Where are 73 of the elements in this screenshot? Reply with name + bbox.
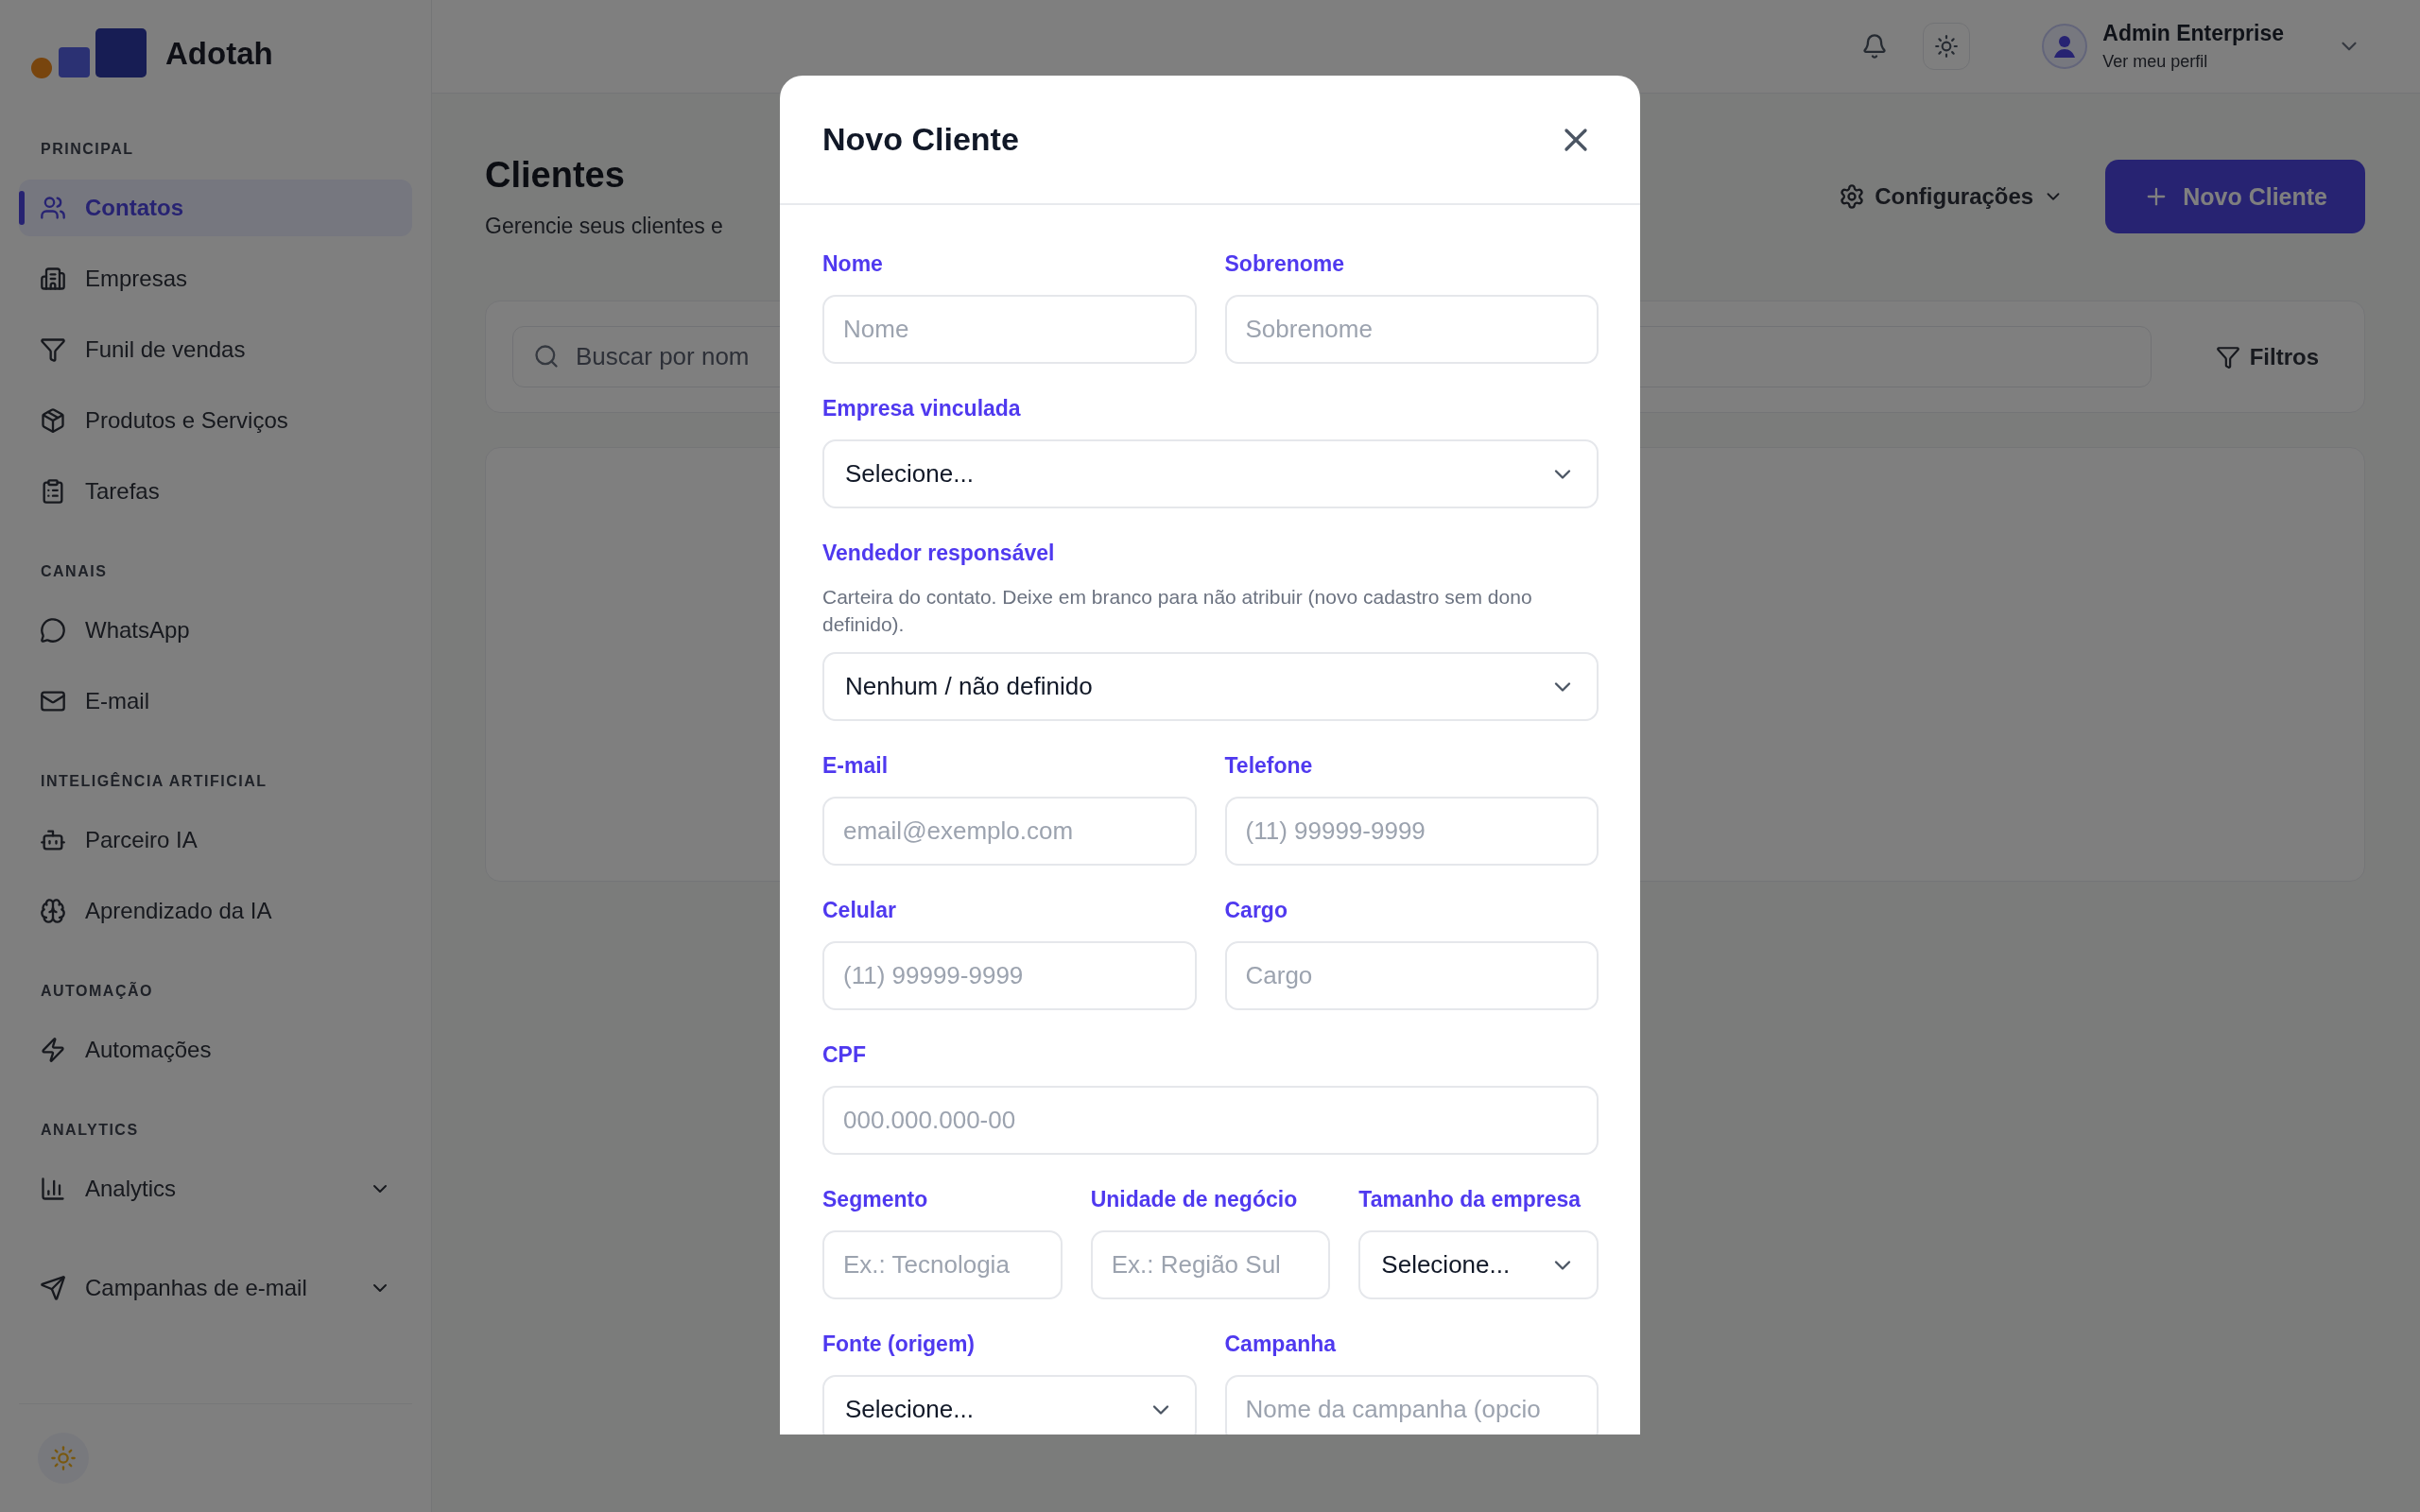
- field-label: Segmento: [822, 1186, 928, 1213]
- field-label: Unidade de negócio: [1090, 1186, 1298, 1213]
- theme-button[interactable]: [1923, 23, 1971, 70]
- help-text: Carteira do contato. Deixe em branco para não atribuir (novo cadastro sem dono definido).: [822, 585, 1533, 637]
- building-icon: [40, 266, 66, 292]
- field-label: Empresa vinculada: [822, 395, 1021, 422]
- gear-icon: [1839, 183, 1866, 210]
- field-label: E-mail: [822, 752, 889, 780]
- sidebar-item[interactable]: Funil de vendas: [19, 321, 412, 378]
- field-label: Fonte (origem): [822, 1331, 975, 1358]
- sidebar-item[interactable]: Empresas: [19, 250, 412, 307]
- profile-link[interactable]: Ver meu perfil: [2102, 52, 2284, 72]
- input-field[interactable]: Nome da campanha (opcio: [1224, 1375, 1599, 1435]
- sidebar-item[interactable]: Contatos: [19, 180, 412, 236]
- sidebar-item[interactable]: Campanhas de e-mail: [19, 1260, 412, 1316]
- sidebar-item[interactable]: Parceiro IA: [19, 812, 412, 868]
- section-heading: CANAIS: [40, 562, 109, 581]
- field-label: Nome: [822, 250, 883, 278]
- sun-icon: [50, 1445, 77, 1471]
- input-field[interactable]: Ex.: Tecnologia: [822, 1230, 1063, 1299]
- sidebar-item[interactable]: Tarefas: [19, 463, 412, 520]
- new-client-button[interactable]: Novo Cliente: [2105, 160, 2365, 233]
- logo-icon: [31, 28, 147, 79]
- users-icon: [40, 195, 66, 221]
- field-label: Celular: [822, 897, 896, 924]
- sun-icon: [1934, 34, 1960, 59]
- funnel-icon: [40, 336, 66, 363]
- field-label: Vendedor responsável: [822, 540, 1055, 567]
- input-field[interactable]: Sobrenome: [1224, 295, 1599, 364]
- sidebar-item[interactable]: Automações: [19, 1022, 412, 1078]
- logo-text: Adotah: [165, 36, 273, 72]
- field-label: Telefone: [1224, 752, 1313, 780]
- lightning-icon: [40, 1037, 66, 1063]
- user-avatar-icon: [2042, 24, 2088, 69]
- select-field[interactable]: Selecione...: [822, 439, 1599, 508]
- package-icon: [40, 407, 66, 434]
- sidebar-item[interactable]: E-mail: [19, 673, 412, 730]
- input-field[interactable]: (11) 99999-9999: [1224, 797, 1599, 866]
- input-field[interactable]: Nome: [822, 295, 1197, 364]
- dialog-title: Novo Cliente: [822, 121, 1019, 158]
- field-label: Campanha: [1224, 1331, 1337, 1358]
- select-field[interactable]: Nenhum / não definido: [822, 652, 1599, 721]
- profile-name: Admin Enterprise: [2102, 21, 2284, 46]
- chat-bubble-icon: [40, 617, 66, 644]
- input-field[interactable]: (11) 99999-9999: [822, 941, 1197, 1010]
- field-label: Sobrenome: [1224, 250, 1345, 278]
- sidebar-item[interactable]: Aprendizado da IA: [19, 883, 412, 939]
- field-label: Cargo: [1224, 897, 1288, 924]
- brain-icon: [40, 898, 66, 924]
- section-heading: ANALYTICS: [40, 1121, 140, 1140]
- input-field[interactable]: email@exemplo.com: [822, 797, 1197, 866]
- section-heading: AUTOMAÇÃO: [40, 982, 154, 1001]
- field-label: Tamanho da empresa: [1358, 1186, 1582, 1213]
- field-label: CPF: [822, 1041, 866, 1069]
- funnel-icon: [2215, 344, 2240, 369]
- sidebar-item[interactable]: WhatsApp: [19, 602, 412, 659]
- sidebar-item[interactable]: Analytics: [19, 1160, 412, 1217]
- section-heading: INTELIGÊNCIA ARTIFICIAL: [40, 772, 268, 791]
- paper-plane-icon: [40, 1275, 66, 1301]
- search-icon: [533, 343, 560, 369]
- filter-button[interactable]: Filtros: [2196, 334, 2338, 380]
- bell-icon: [1861, 33, 1889, 60]
- select-field[interactable]: Selecione...: [822, 1375, 1197, 1435]
- section-heading: PRINCIPAL: [40, 140, 135, 159]
- page-title: Clientes: [485, 154, 626, 197]
- settings-menu-button[interactable]: Configurações: [1825, 174, 2078, 219]
- input-field[interactable]: Ex.: Região Sul: [1090, 1230, 1331, 1299]
- select-field[interactable]: Selecione...: [1358, 1230, 1599, 1299]
- page-subtitle: Gerencie seus clientes e: [485, 213, 723, 240]
- bar-chart-icon: [40, 1176, 66, 1202]
- input-field[interactable]: Cargo: [1224, 941, 1599, 1010]
- sidebar-item[interactable]: Produtos e Serviços: [19, 392, 412, 449]
- input-field[interactable]: 000.000.000-00: [822, 1086, 1599, 1155]
